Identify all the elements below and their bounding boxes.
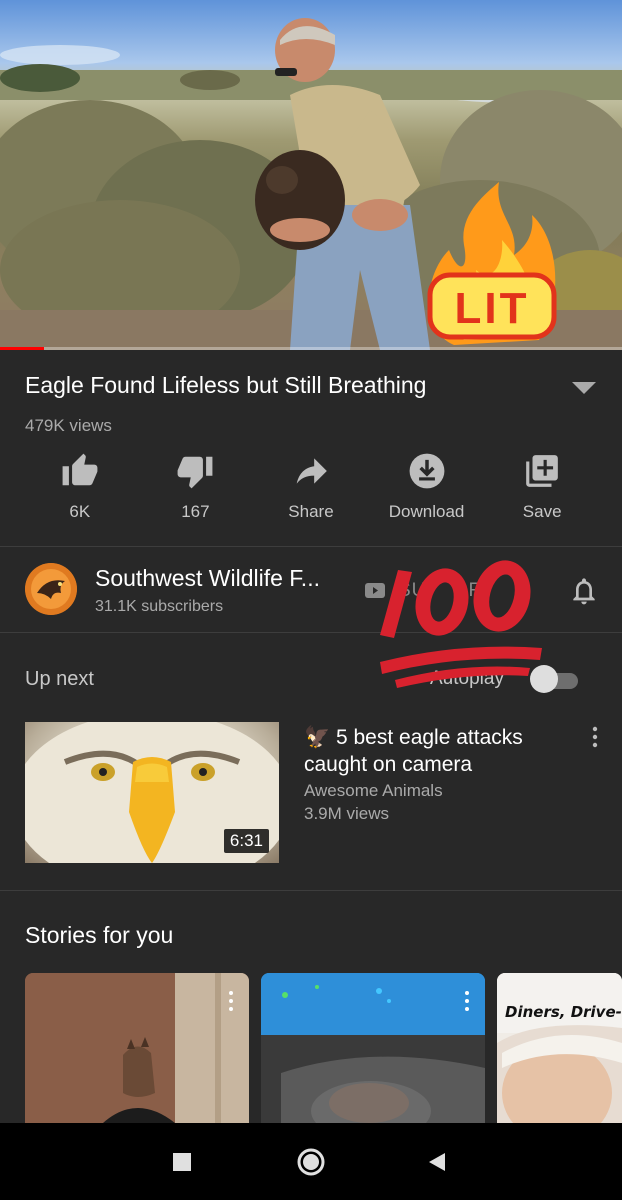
story-thumbnail-diners — [497, 973, 622, 1133]
download-icon — [409, 453, 444, 489]
channel-avatar[interactable] — [25, 563, 77, 615]
story-more-icon[interactable] — [227, 989, 235, 1013]
next-video-views: 3.9M views — [304, 804, 390, 823]
home-button[interactable] — [294, 1123, 328, 1200]
back-button[interactable] — [424, 1123, 450, 1200]
action-bar: 6K 167 Share Download Save — [22, 452, 600, 532]
download-label: Download — [388, 502, 465, 521]
video-player[interactable]: LIT — [0, 0, 622, 350]
like-button[interactable]: 6K — [22, 452, 138, 532]
triangle-back-icon — [429, 1152, 445, 1171]
bell-icon[interactable] — [568, 575, 600, 607]
story-card[interactable]: Diners, Drive-In — [497, 973, 622, 1133]
video-title: Eagle Found Lifeless but Still Breathing — [25, 372, 427, 398]
thumbs-up-icon — [62, 453, 98, 486]
up-next-label: Up next — [25, 668, 94, 690]
recents-button[interactable] — [166, 1123, 198, 1200]
channel-name[interactable]: Southwest Wildlife F... — [95, 565, 320, 592]
system-nav-bar — [0, 1123, 622, 1200]
stories-section-title: Stories for you — [25, 922, 174, 948]
download-button[interactable]: Download — [369, 452, 485, 532]
next-video-channel: Awesome Animals — [304, 781, 443, 800]
circle-icon — [297, 1148, 325, 1175]
story-card[interactable] — [261, 973, 485, 1133]
story-thumbnail-horse-mask — [25, 973, 249, 1133]
share-button[interactable]: Share — [253, 452, 369, 532]
hundred-points-sticker — [380, 560, 542, 688]
dislike-button[interactable]: 167 — [138, 452, 254, 532]
view-count: 479K views — [25, 416, 112, 435]
lit-fire-sticker: LIT — [427, 182, 557, 345]
video-title-row[interactable]: Eagle Found Lifeless but Still Breathing — [25, 372, 597, 404]
chevron-down-icon[interactable] — [571, 380, 597, 396]
save-label: Save — [522, 502, 562, 521]
lit-sticker-text: LIT — [455, 284, 530, 333]
eagle-logo-icon — [25, 563, 77, 615]
square-icon — [173, 1152, 191, 1171]
thumbs-down-icon — [177, 456, 213, 489]
share-label: Share — [288, 502, 334, 521]
next-video-thumbnail[interactable]: 6:31 — [25, 722, 279, 863]
divider — [0, 890, 622, 891]
dislike-count: 167 — [181, 502, 210, 521]
story-card[interactable] — [25, 973, 249, 1133]
more-options-icon[interactable] — [585, 725, 605, 749]
story-more-icon[interactable] — [463, 989, 471, 1013]
subscriber-count: 31.1K subscribers — [95, 598, 224, 615]
save-button[interactable]: Save — [484, 452, 600, 532]
next-video-title[interactable]: 🦅 5 best eagle attacks caught on camera — [304, 724, 559, 778]
share-icon — [296, 458, 327, 484]
story-caption: Diners, Drive-In — [505, 1003, 622, 1021]
story-thumbnail-dog-car — [261, 973, 485, 1133]
like-count: 6K — [69, 502, 91, 521]
video-duration: 6:31 — [223, 829, 269, 853]
video-progress-fill — [0, 347, 44, 350]
video-progress-bar[interactable] — [0, 347, 622, 350]
add-to-playlist-icon — [526, 455, 559, 487]
